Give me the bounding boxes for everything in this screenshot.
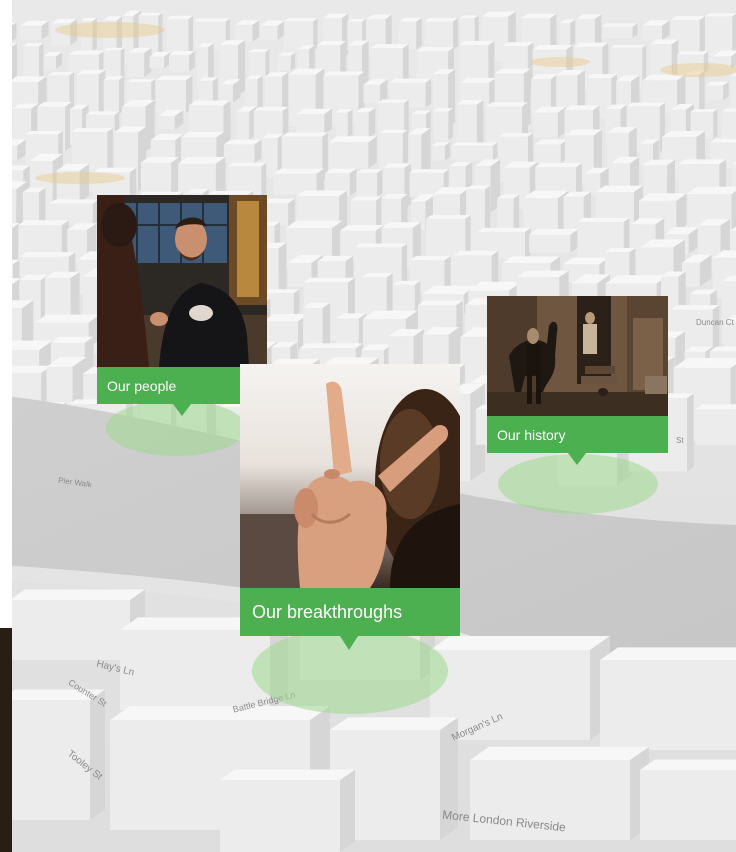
marker-label-history: Our history bbox=[497, 426, 566, 443]
marker-pointer-breakthroughs bbox=[340, 636, 358, 650]
marker-label-breakthroughs: Our breakthroughs bbox=[252, 601, 403, 622]
marker-pointer-people bbox=[173, 404, 191, 416]
marker-banner-breakthroughs[interactable]: Our breakthroughs bbox=[240, 588, 460, 636]
map-canvas[interactable]: Hay's Ln Battle Bridge Ln Tooley St Morg… bbox=[0, 0, 736, 852]
marker-banner-history[interactable]: Our history bbox=[487, 416, 668, 453]
street-label-duncan-ct: Duncan Ct bbox=[696, 318, 734, 327]
people-photo-icon bbox=[97, 195, 267, 367]
marker-card-our-history[interactable]: Our history bbox=[487, 296, 668, 474]
marker-card-our-breakthroughs[interactable]: Our breakthroughs bbox=[240, 364, 460, 658]
street-label-st: St bbox=[676, 436, 684, 445]
left-edge-photo-fragment bbox=[0, 628, 12, 852]
marker-pointer-history bbox=[568, 453, 586, 465]
breakthroughs-photo-icon bbox=[240, 364, 460, 588]
marker-label-people: Our people bbox=[107, 377, 177, 394]
history-photo-icon bbox=[487, 296, 668, 416]
